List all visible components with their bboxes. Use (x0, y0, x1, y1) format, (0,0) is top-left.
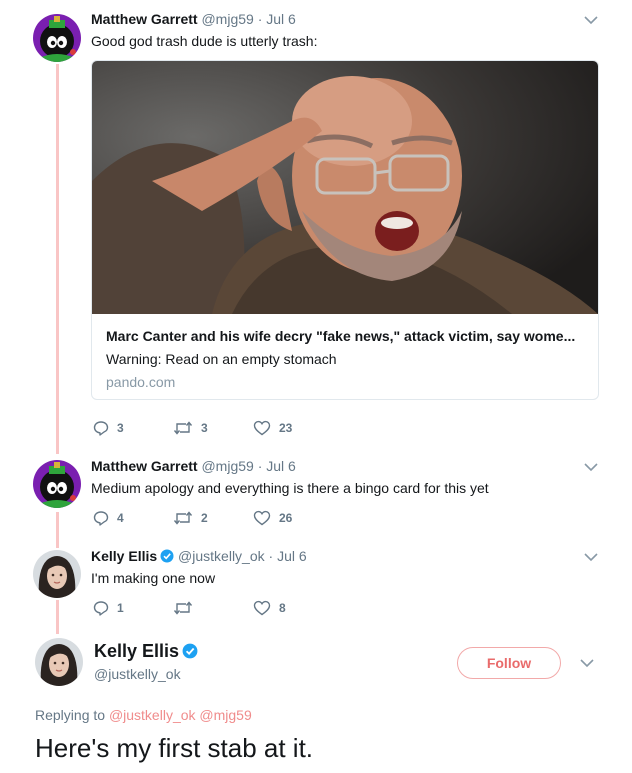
verified-badge-icon (182, 643, 198, 659)
reply-icon (93, 601, 109, 616)
display-name[interactable]: Kelly Ellis (94, 641, 198, 662)
tweet-header: Kelly Ellis @justkelly_ok · Jul 6 (91, 548, 307, 564)
tweet-text: Medium apology and everything is there a… (91, 480, 489, 496)
separator: · (257, 458, 263, 474)
follow-button[interactable]: Follow (457, 647, 561, 679)
chevron-down-icon[interactable] (584, 552, 598, 562)
retweet-icon (173, 511, 193, 525)
avatar[interactable] (33, 550, 81, 598)
handle[interactable]: @justkelly_ok (178, 548, 265, 564)
separator: · (257, 11, 263, 27)
mention-link[interactable]: @mjg59 (199, 707, 251, 723)
reply-button[interactable]: 4 (93, 510, 124, 526)
heart-icon (253, 510, 271, 526)
tweet-text: Here's my first stab at it. (35, 733, 314, 763)
chevron-down-icon[interactable] (584, 462, 598, 472)
retweet-button[interactable] (173, 600, 201, 616)
handle[interactable]: @justkelly_ok (94, 666, 181, 682)
handle[interactable]: @mjg59 (201, 458, 253, 474)
retweet-count: 3 (201, 421, 208, 435)
card-image (92, 61, 598, 314)
kelly-avatar-image (35, 638, 83, 686)
chevron-down-icon[interactable] (584, 15, 598, 25)
link-card[interactable]: Marc Canter and his wife decry "fake new… (91, 60, 599, 400)
card-description: Warning: Read on an empty stomach (106, 351, 337, 367)
tweet-header: Matthew Garrett @mjg59 · Jul 6 (91, 11, 296, 27)
like-count: 8 (279, 601, 286, 615)
retweet-icon (173, 601, 193, 615)
avatar[interactable] (35, 638, 83, 686)
verified-badge-icon (160, 549, 174, 563)
marvin-avatar-image (33, 14, 81, 62)
timestamp[interactable]: Jul 6 (277, 548, 307, 564)
tweet-header: Matthew Garrett @mjg59 · Jul 6 (91, 458, 296, 474)
reply-icon (93, 421, 109, 436)
thread-connector (56, 64, 59, 454)
like-button[interactable]: 26 (253, 510, 292, 526)
reply-button[interactable]: 1 (93, 600, 124, 616)
like-count: 26 (279, 511, 293, 525)
heart-icon (253, 600, 271, 616)
tweet-text: Good god trash dude is utterly trash: (91, 33, 318, 49)
like-count: 23 (279, 421, 293, 435)
thread-connector (56, 512, 59, 548)
reply-count: 4 (117, 511, 124, 525)
marvin-avatar-image (33, 460, 81, 508)
reply-icon (93, 511, 109, 526)
timestamp[interactable]: Jul 6 (266, 458, 296, 474)
like-button[interactable]: 23 (253, 420, 292, 436)
like-button[interactable]: 8 (253, 600, 286, 616)
avatar[interactable] (33, 460, 81, 508)
replying-to: Replying to @justkelly_ok @mjg59 (35, 707, 252, 723)
retweet-count: 2 (201, 511, 208, 525)
replying-prefix: Replying to (35, 707, 106, 723)
card-domain: pando.com (106, 374, 176, 390)
retweet-icon (173, 421, 193, 435)
card-title[interactable]: Marc Canter and his wife decry "fake new… (106, 328, 575, 344)
display-name[interactable]: Matthew Garrett (91, 458, 198, 474)
reply-count: 1 (117, 601, 124, 615)
handle[interactable]: @mjg59 (201, 11, 253, 27)
display-name-text: Kelly Ellis (94, 641, 180, 661)
display-name[interactable]: Kelly Ellis (91, 548, 157, 564)
avatar[interactable] (33, 14, 81, 62)
timestamp[interactable]: Jul 6 (266, 11, 296, 27)
mention-link[interactable]: @justkelly_ok (109, 707, 196, 723)
tweet-text: I'm making one now (91, 570, 216, 586)
reply-button[interactable]: 3 (93, 420, 124, 436)
reply-count: 3 (117, 421, 124, 435)
separator: · (268, 548, 274, 564)
retweet-button[interactable]: 3 (173, 420, 208, 436)
heart-icon (253, 420, 271, 436)
chevron-down-icon[interactable] (580, 658, 594, 668)
display-name[interactable]: Matthew Garrett (91, 11, 198, 27)
thread-connector (56, 600, 59, 634)
kelly-avatar-image (33, 550, 81, 598)
retweet-button[interactable]: 2 (173, 510, 208, 526)
